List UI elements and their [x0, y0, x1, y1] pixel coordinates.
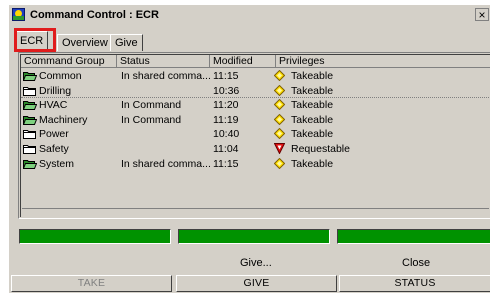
- command-group-list-body: Command Group Status Modified Privileges…: [20, 54, 490, 217]
- command-group-status: In shared comma...: [121, 157, 211, 170]
- takeable-diamond-icon: [274, 99, 285, 111]
- command-group-privilege: Requestable: [291, 143, 350, 155]
- close-icon[interactable]: ×: [475, 8, 489, 21]
- give-button[interactable]: GIVE: [176, 275, 337, 292]
- column-header-modified[interactable]: Modified: [210, 55, 276, 68]
- table-row[interactable]: Drilling 10:36 Takeable: [21, 84, 490, 98]
- command-group-privilege: Takeable: [291, 70, 334, 82]
- command-group-privilege: Takeable: [291, 128, 334, 141]
- table-row[interactable]: Safety 11:04 Requestable: [21, 142, 490, 156]
- horizontal-scrollbar[interactable]: [22, 208, 489, 216]
- requestable-triangle-icon: [274, 143, 285, 154]
- open-folder-icon: [23, 115, 37, 125]
- folder-icon: [23, 86, 36, 96]
- title-bar: Command Control : ECR ×: [9, 5, 490, 25]
- column-header-privileges[interactable]: Privileges: [276, 55, 490, 68]
- tab-ecr[interactable]: ECR: [15, 31, 49, 51]
- open-folder-icon: [23, 101, 37, 111]
- table-row[interactable]: System In shared comma... 11:15 Takeable: [21, 157, 490, 171]
- command-group-status: In Command: [121, 99, 182, 112]
- tab-overview[interactable]: Overview: [57, 34, 113, 51]
- command-group-modified: 11:04: [213, 143, 239, 155]
- tab-ecr-label: ECR: [20, 35, 44, 47]
- command-group-name: System: [39, 157, 75, 170]
- status-indicator-bar-1: [19, 229, 171, 244]
- folder-icon: [23, 130, 36, 140]
- command-group-modified: 11:15: [213, 70, 239, 82]
- takeable-diamond-icon: [274, 84, 285, 96]
- table-row[interactable]: HVAC In Command 11:20 Takeable: [21, 98, 490, 112]
- command-group-status: In shared comma...: [121, 70, 211, 82]
- command-group-modified: 10:36: [213, 84, 240, 97]
- table-row[interactable]: Power 10:40 Takeable: [21, 127, 490, 141]
- command-group-name: HVAC: [39, 99, 68, 112]
- command-group-name: Drilling: [39, 84, 72, 97]
- window-title: Command Control : ECR: [30, 9, 159, 21]
- open-folder-icon: [23, 159, 37, 169]
- command-group-modified: 11:20: [213, 99, 239, 112]
- folder-icon: [23, 145, 36, 154]
- command-control-window: Command Control : ECR × ECR Overview Giv…: [8, 4, 490, 293]
- table-row[interactable]: Machinery In Command 11:19 Takeable: [21, 113, 490, 127]
- command-group-name: Power: [39, 128, 69, 141]
- command-group-status: In Command: [121, 113, 182, 126]
- command-group-modified: 11:15: [213, 157, 239, 170]
- tab-give[interactable]: Give: [110, 34, 143, 51]
- takeable-diamond-icon: [274, 70, 285, 81]
- command-group-privilege: Takeable: [291, 157, 334, 170]
- status-indicator-bar-3: [337, 229, 490, 244]
- command-group-name: Common: [39, 70, 82, 82]
- open-folder-icon: [23, 72, 37, 81]
- column-header-command-group[interactable]: Command Group: [21, 55, 117, 68]
- command-group-privilege: Takeable: [291, 84, 334, 97]
- command-group-name: Machinery: [39, 113, 88, 126]
- command-group-name: Safety: [39, 143, 69, 155]
- takeable-diamond-icon: [274, 157, 285, 169]
- tab-give-label: Give: [115, 37, 138, 49]
- table-row[interactable]: Common In shared comma... 11:15 Takeable: [21, 69, 490, 83]
- tab-overview-label: Overview: [62, 37, 108, 49]
- command-group-privilege: Takeable: [291, 113, 334, 126]
- close-sublabel: Close: [402, 257, 431, 269]
- status-indicator-bar-2: [178, 229, 330, 244]
- status-button[interactable]: STATUS: [339, 275, 490, 292]
- app-icon: [12, 8, 25, 21]
- takeable-diamond-icon: [274, 113, 285, 125]
- column-header-status[interactable]: Status: [117, 55, 210, 68]
- command-group-modified: 11:19: [213, 113, 239, 126]
- command-group-modified: 10:40: [213, 128, 240, 141]
- take-button[interactable]: TAKE: [11, 275, 172, 292]
- command-group-list[interactable]: Command Group Status Modified Privileges…: [18, 52, 490, 219]
- command-group-privilege: Takeable: [291, 99, 334, 112]
- give-sublabel: Give...: [240, 257, 272, 269]
- takeable-diamond-icon: [274, 128, 285, 140]
